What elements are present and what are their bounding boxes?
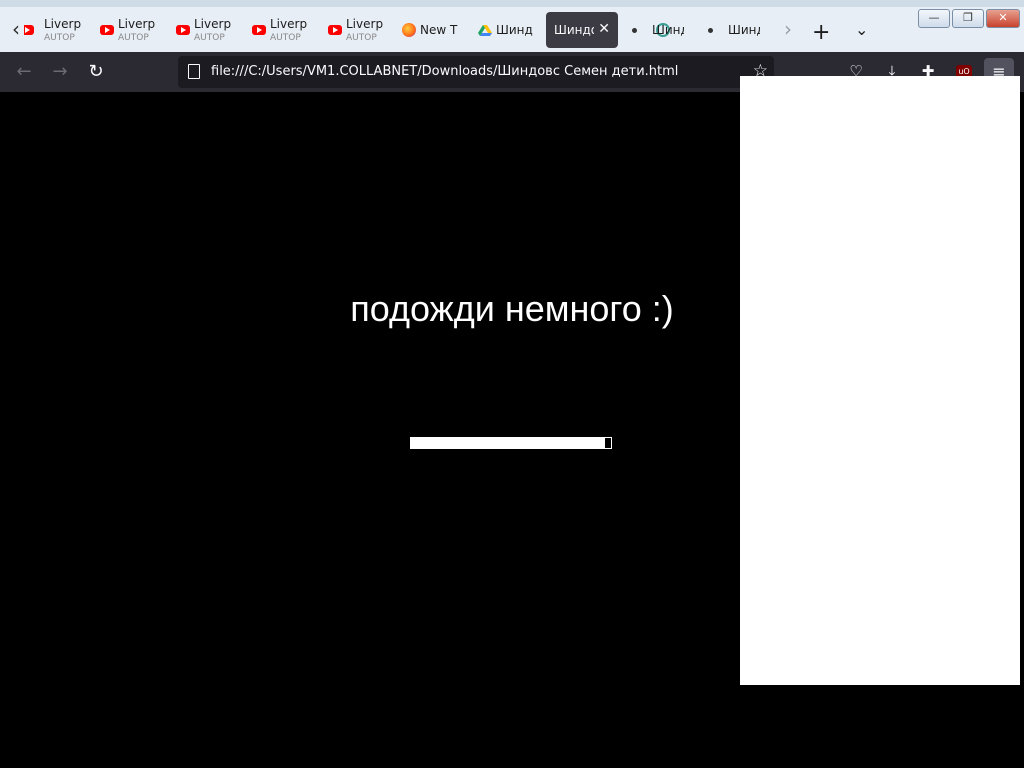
tab-subtitle: AUTOP xyxy=(346,33,377,43)
reload-icon[interactable]: ↻ xyxy=(84,60,108,84)
close-window-button[interactable]: ✕ xyxy=(986,9,1020,28)
youtube-icon xyxy=(100,25,114,35)
file-icon xyxy=(188,64,200,79)
tab-youtube-1[interactable]: Liverp AUTOP xyxy=(24,12,96,48)
tab-title: Шинд xyxy=(496,23,533,37)
close-tab-icon[interactable]: ✕ xyxy=(598,21,610,37)
tab-title: New T xyxy=(420,23,458,37)
youtube-icon xyxy=(252,25,266,35)
youtube-icon xyxy=(328,25,342,35)
window-controls: — ❐ ✕ xyxy=(916,9,1020,28)
tab-title: Liverp xyxy=(118,17,156,31)
minimize-button[interactable]: — xyxy=(918,9,950,28)
tab-subtitle: AUTOP xyxy=(44,33,75,43)
tab-subtitle: AUTOP xyxy=(194,33,225,43)
tab-title: Шиндо xyxy=(554,23,594,37)
chevron-down-icon[interactable]: ⌄ xyxy=(855,20,868,39)
tab-youtube-4[interactable]: Liverp AUTOP xyxy=(248,12,320,48)
dot-icon xyxy=(632,28,637,33)
blank-popup-panel xyxy=(740,76,1020,685)
youtube-icon xyxy=(24,25,34,35)
restore-button[interactable]: ❐ xyxy=(952,9,984,28)
dot-icon xyxy=(708,28,713,33)
google-drive-icon xyxy=(478,23,492,37)
forward-arrow-icon[interactable]: → xyxy=(48,60,72,84)
tab-subtitle: AUTOP xyxy=(270,33,301,43)
tab-dot[interactable]: Шинд xyxy=(698,12,770,48)
tab-loading[interactable]: Шинд xyxy=(622,12,694,48)
url-text[interactable]: file:///C:/Users/VM1.COLLABNET/Downloads… xyxy=(211,64,678,79)
tab-new-tab[interactable]: New T xyxy=(398,12,470,48)
tab-title: Liverp xyxy=(270,17,308,31)
firefox-icon xyxy=(402,23,416,37)
tab-scroll-right-icon[interactable]: › xyxy=(776,18,800,42)
tab-title: Liverp xyxy=(44,17,82,31)
progress-fill xyxy=(411,438,605,448)
tab-title: Шинд xyxy=(728,23,760,37)
tab-youtube-5[interactable]: Liverp AUTOP xyxy=(324,12,396,48)
address-bar[interactable]: file:///C:/Users/VM1.COLLABNET/Downloads… xyxy=(178,56,774,88)
tab-active[interactable]: Шиндо ✕ xyxy=(546,12,618,48)
new-tab-icon[interactable]: + xyxy=(812,20,830,45)
tab-youtube-2[interactable]: Liverp AUTOP xyxy=(96,12,168,48)
title-bar: ‹ Liverp AUTOP Liverp AUTOP Liverp AUTOP… xyxy=(0,0,1024,52)
tab-title: Шинд xyxy=(652,23,684,37)
tab-subtitle: AUTOP xyxy=(118,33,149,43)
tab-title: Liverp xyxy=(346,17,384,31)
progress-bar xyxy=(410,437,612,449)
youtube-icon xyxy=(176,25,190,35)
back-arrow-icon[interactable]: ← xyxy=(12,60,36,84)
tab-youtube-3[interactable]: Liverp AUTOP xyxy=(172,12,244,48)
tab-title: Liverp xyxy=(194,17,232,31)
tab-google-drive[interactable]: Шинд xyxy=(474,12,546,48)
tab-strip: ‹ Liverp AUTOP Liverp AUTOP Liverp AUTOP… xyxy=(0,8,900,52)
